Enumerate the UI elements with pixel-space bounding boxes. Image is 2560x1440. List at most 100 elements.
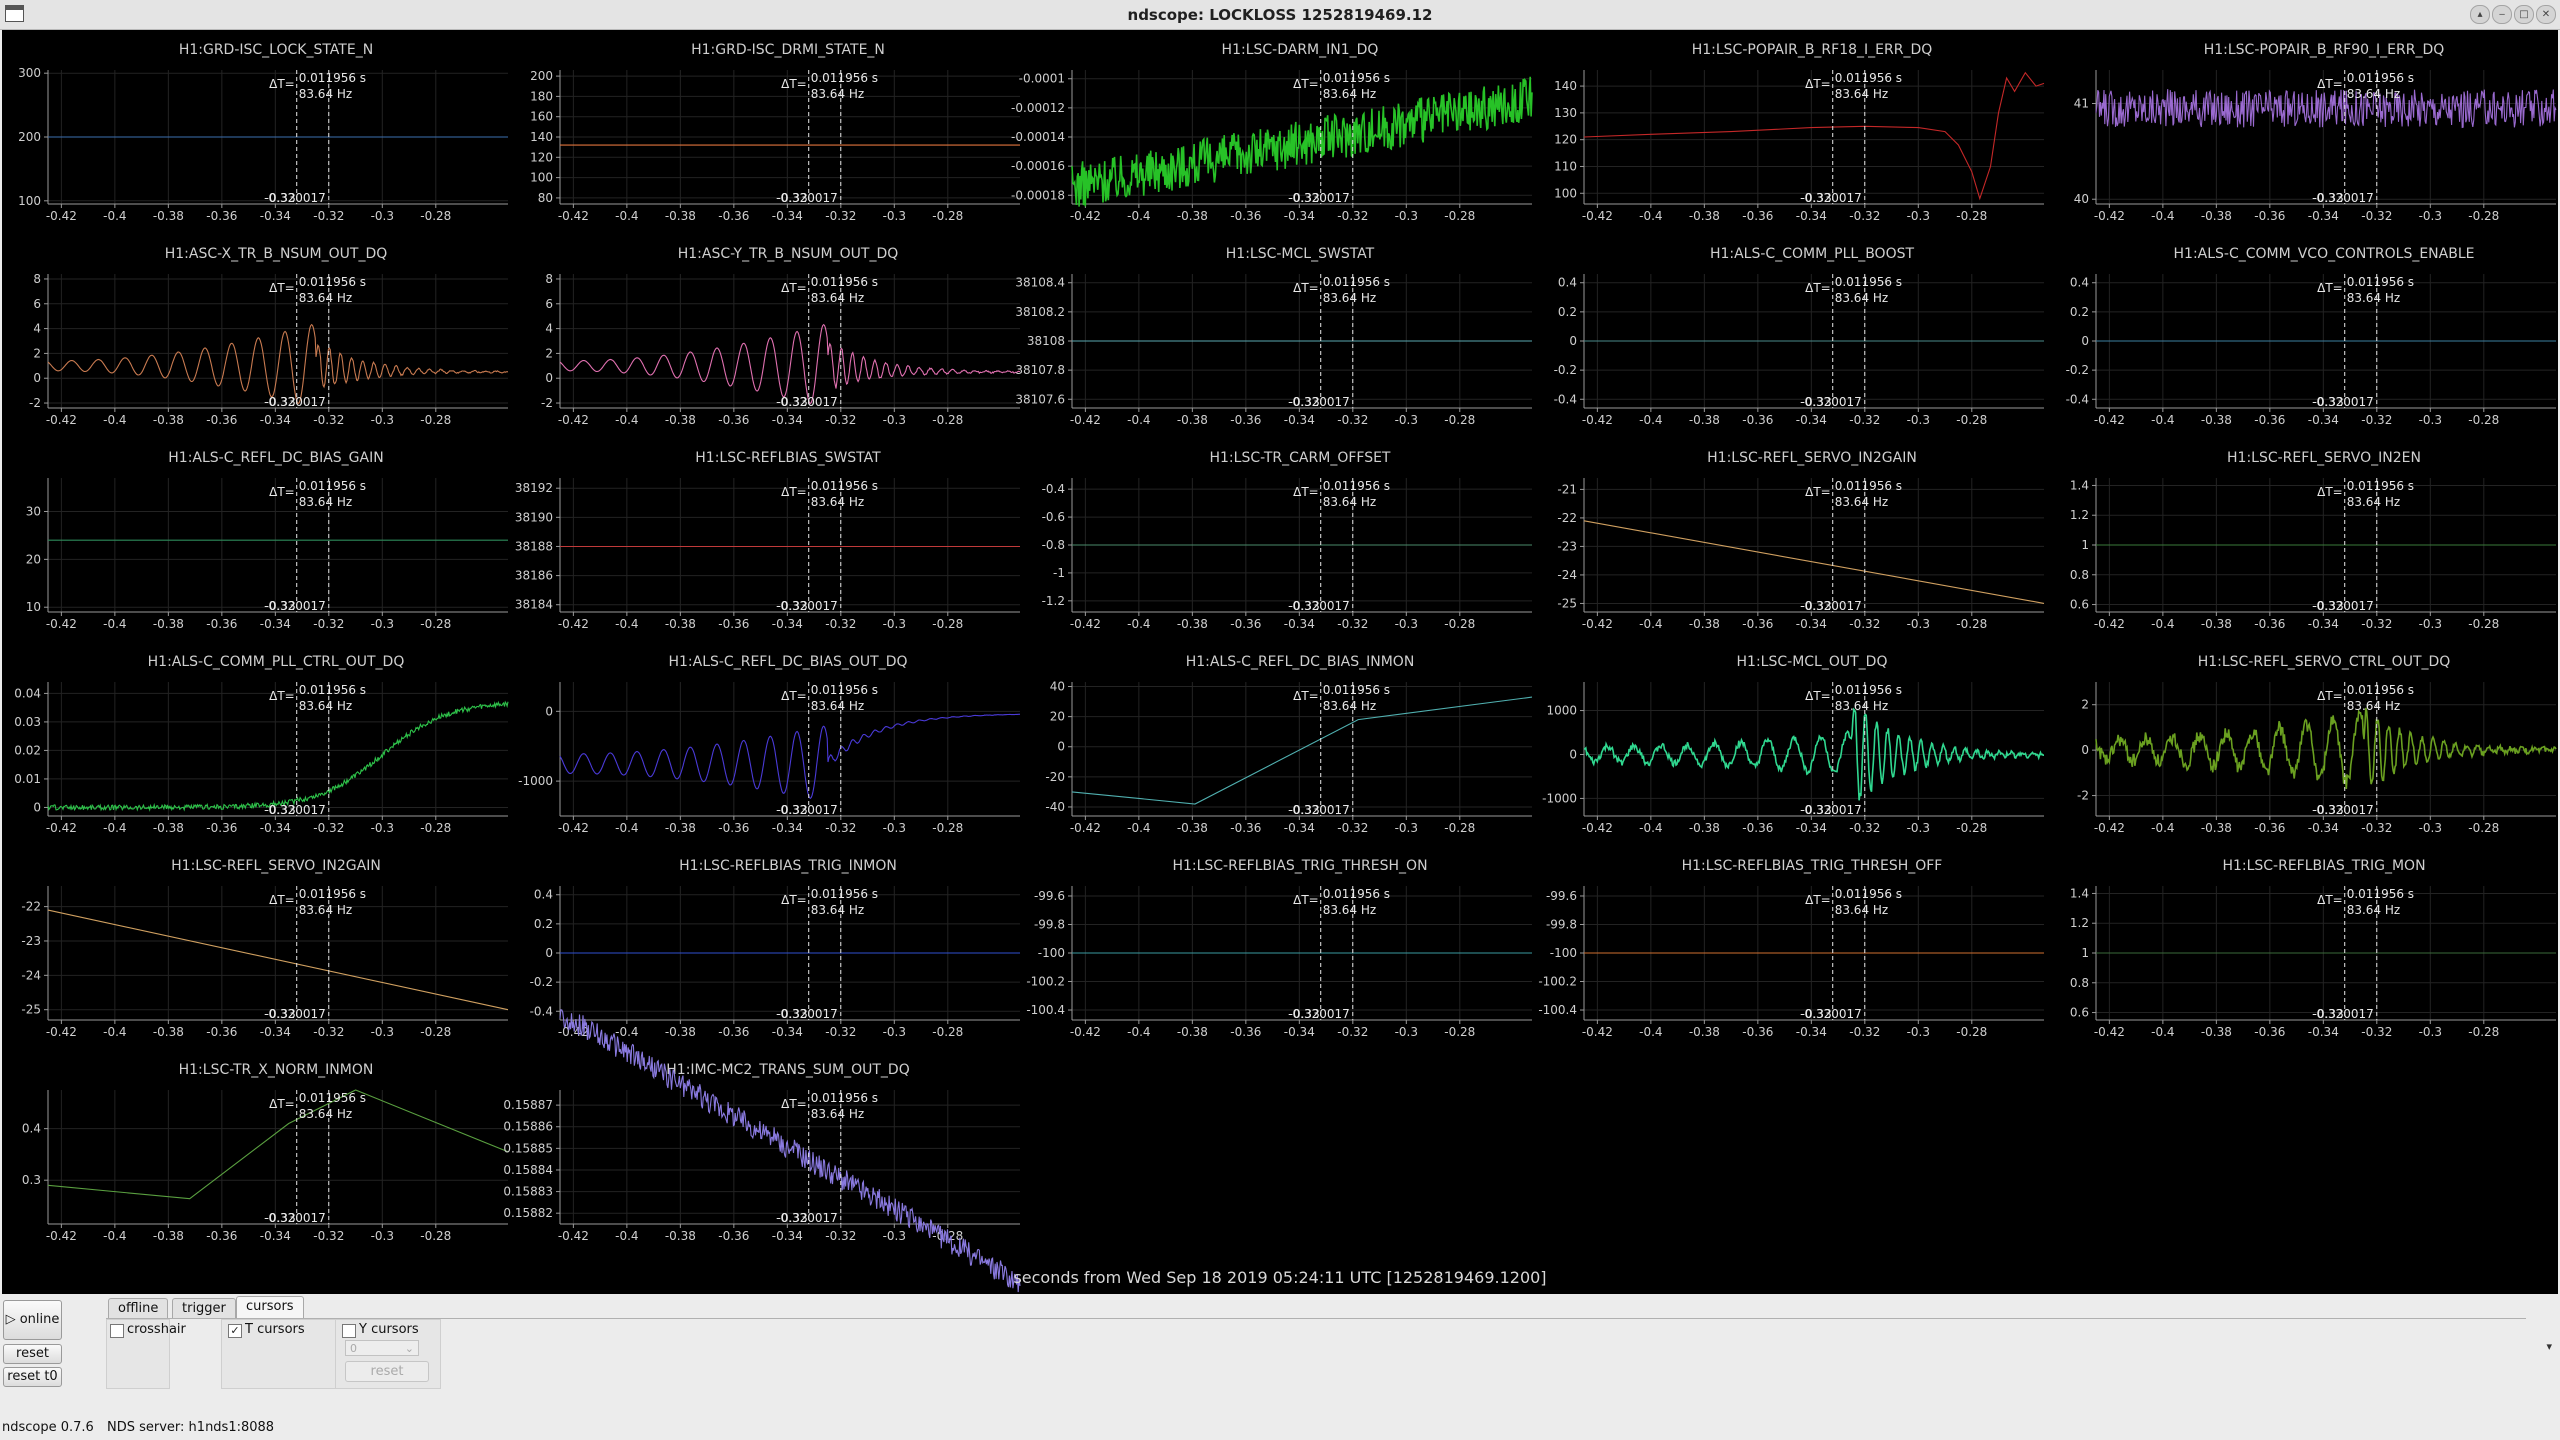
x-tick-label: -0.42 [1582, 209, 1613, 223]
reset-span-button[interactable]: reset span [3, 1344, 62, 1379]
x-tick-label: -0.38 [153, 1229, 184, 1243]
x-tick-label: -0.28 [1956, 821, 1987, 835]
y-cursors-select[interactable]: 0 ⌄ [345, 1340, 419, 1356]
y-tick-label: 41 [2074, 97, 2089, 111]
x-tick-label: -0.36 [718, 1229, 749, 1243]
x-tick-label: -0.34 [2308, 209, 2339, 223]
plot-panel[interactable]: H1:LSC-POPAIR_B_RF18_I_ERR_DQ -0.42 -0.4 -0… [1554, 42, 2045, 223]
y-tick-label: -23 [21, 934, 41, 948]
y-tick-label: -23 [1557, 539, 1577, 553]
x-tick-label: -0.42 [1582, 617, 1613, 631]
y-tick-label: 40 [1050, 680, 1065, 694]
plot-panel[interactable]: H1:LSC-REFLBIAS_TRIG_MON -0.42 -0.4 -0.38 -0… [2070, 858, 2556, 1039]
y-tick-label: 100 [1554, 186, 1577, 200]
x-tick-label: -0.38 [1177, 821, 1208, 835]
y-cursors-checkbox[interactable] [342, 1324, 356, 1338]
x-tick-label: -0.42 [46, 1025, 77, 1039]
plot-panel[interactable]: H1:LSC-REFL_SERVO_IN2EN -0.42 -0.4 -0.38 -0.… [2070, 450, 2556, 631]
cursor-delta-time: 0.011956 s [1323, 71, 1390, 85]
x-tick-label: -0.28 [2468, 821, 2499, 835]
plot-panel[interactable]: H1:GRD-ISC_LOCK_STATE_N -0.42 -0.4 -0.38 -0.… [18, 42, 508, 223]
y-tick-label: 38107.6 [1015, 392, 1065, 406]
y-tick-label: -100.2 [1538, 975, 1577, 989]
plot-title: H1:GRD-ISC_DRMI_STATE_N [691, 42, 885, 58]
cursor-delta-freq: 83.64 Hz [2347, 291, 2401, 305]
window-shade-button[interactable]: ▴ [2470, 5, 2490, 24]
plot-panel[interactable]: H1:LSC-REFL_SERVO_IN2GAIN -0.42 -0.4 -0.38 -… [1557, 450, 2045, 631]
x-tick-label: -0.34 [260, 617, 291, 631]
x-tick-label: -0.42 [2094, 209, 2125, 223]
plot-panel[interactable]: H1:LSC-MCL_SWSTAT -0.42 -0.4 -0.38 -0.36 -0.3… [1015, 246, 1532, 427]
y-tick-label: 0.15886 [503, 1120, 553, 1134]
x-tick-label: -0.28 [932, 821, 963, 835]
plot-panel[interactable]: H1:LSC-REFLBIAS_TRIG_THRESH_ON -0.42 -0.4 -… [1026, 858, 1532, 1039]
y-tick-label: 0.4 [1558, 276, 1577, 290]
crosshair-checkbox[interactable] [110, 1324, 124, 1338]
x-tick-label: -0.34 [1796, 617, 1827, 631]
y-tick-label: 110 [1554, 159, 1577, 173]
plot-panel[interactable]: H1:ALS-C_COMM_VCO_CONTROLS_ENABLE -0.42 -0… [2066, 246, 2556, 427]
plot-panel[interactable]: H1:ASC-X_TR_B_NSUM_OUT_DQ-0.42 -0.4 -0.38-… [29, 246, 509, 427]
cursor-t2-label: -0.320017 [776, 191, 838, 205]
y-tick-label: 0.6 [2070, 598, 2089, 612]
plot-panel[interactable]: H1:LSC-DARM_IN1_DQ -0.42 -0.4 -0.38 -0.36 -0.… [1011, 42, 1533, 223]
t-cursors-label: T cursors [245, 1322, 305, 1337]
plot-panel[interactable]: H1:ALS-C_COMM_PLL_BOOST -0.42 -0.4 -0.38 -0.… [1554, 246, 2044, 427]
x-tick-label: -0.38 [2201, 413, 2232, 427]
cursor-t2-label: -0.320017 [776, 1211, 838, 1225]
plot-panel[interactable]: H1:LSC-REFLBIAS_SWSTAT -0.42 -0.4 -0.38 -0.3… [515, 450, 1020, 631]
chevron-down-icon[interactable]: ▾ [2546, 1340, 2552, 1353]
x-tick-label: -0.36 [718, 1025, 749, 1039]
x-tick-label: -0.34 [260, 1025, 291, 1039]
online-button[interactable]: ▷ online [3, 1300, 62, 1340]
tab-offline[interactable]: offline [108, 1298, 169, 1319]
plot-panel[interactable]: H1:GRD-ISC_DRMI_STATE_N -0.42 -0.4 -0.38 -0.… [530, 42, 1020, 223]
reset-t0-button[interactable]: reset t0 [3, 1367, 62, 1387]
x-tick-label: -0.32 [825, 413, 856, 427]
tab-cursors[interactable]: cursors [236, 1296, 304, 1319]
plot-panel[interactable]: H1:LSC-REFLBIAS_TRIG_THRESH_OFF -0.42 -0.4… [1538, 858, 2044, 1039]
plot-panel[interactable]: H1:ASC-Y_TR_B_NSUM_OUT_DQ-0.42 -0.4 -0.38-… [541, 246, 1021, 427]
x-tick-label: -0.42 [46, 617, 77, 631]
cursor-delta-freq: 83.64 Hz [1835, 699, 1889, 713]
plot-panel[interactable]: H1:ALS-C_COMM_PLL_CTRL_OUT_DQ -0.42 -0.4 -0… [14, 654, 509, 835]
x-tick-label: -0.3 [1907, 413, 1930, 427]
plot-title: H1:GRD-ISC_LOCK_STATE_N [179, 42, 373, 58]
plot-panel[interactable]: H1:ALS-C_REFL_DC_BIAS_GAIN-0.42 -0.4 -0.38… [26, 450, 508, 631]
plot-panel[interactable]: H1:ALS-C_REFL_DC_BIAS_OUT_DQ -0.42 -0.4 -0.… [518, 654, 1021, 835]
plot-panel[interactable]: H1:LSC-TR_CARM_OFFSET -0.42 -0.4 -0.38 -0.36… [1042, 450, 1532, 631]
x-tick-label: -0.34 [260, 821, 291, 835]
plot-panel[interactable]: H1:LSC-REFL_SERVO_IN2GAIN -0.42 -0.4 -0.38 -… [21, 858, 509, 1039]
plot-area[interactable]: H1:GRD-ISC_LOCK_STATE_N -0.42 -0.4 -0.38 -0.… [2, 30, 2558, 1294]
plot-panel[interactable]: H1:LSC-TR_X_NORM_INMON -0.42 -0.4 -0.38 -0.3… [22, 1062, 509, 1243]
x-tick-label: -0.28 [1444, 209, 1475, 223]
plot-panel[interactable]: H1:IMC-MC2_TRANS_SUM_OUT_DQ -0.42 -0.4 -0.3… [503, 1009, 1021, 1293]
plot-panel[interactable]: H1:LSC-REFL_SERVO_CTRL_OUT_DQ -0.42 -0.4 -0… [2077, 654, 2557, 835]
cursor-delta-time: 0.011956 s [1835, 887, 1902, 901]
t-cursors-checkbox[interactable]: ✓ [228, 1324, 242, 1338]
plot-title: H1:ASC-X_TR_B_NSUM_OUT_DQ [165, 246, 388, 262]
y-tick-label: 2 [33, 346, 41, 360]
window-minimize-button[interactable]: ‒ [2492, 5, 2512, 24]
x-tick-label: -0.3 [371, 821, 394, 835]
plot-panel[interactable]: H1:LSC-POPAIR_B_RF90_I_ERR_DQ -0.42 -0.4 -0… [2074, 42, 2557, 223]
window-close-button[interactable]: ✕ [2536, 5, 2556, 24]
cursor-delta-label: ΔT= [269, 77, 295, 91]
cursor-delta-time: 0.011956 s [1323, 887, 1390, 901]
cursor-t2-label: -0.320017 [1288, 1007, 1350, 1021]
tab-trigger[interactable]: trigger [172, 1298, 236, 1319]
y-tick-label: -0.00018 [1011, 188, 1065, 202]
plot-panel[interactable]: H1:LSC-MCL_OUT_DQ -0.42 -0.4 -0.38 -0.36 -0.3… [1542, 654, 2044, 835]
y-cursors-reset-button[interactable]: reset [345, 1361, 429, 1382]
plot-grid[interactable]: H1:GRD-ISC_LOCK_STATE_N-0.42 -0.4 -0.38 -0.… [2, 30, 2558, 1294]
x-tick-label: -0.34 [772, 1229, 803, 1243]
window-maximize-button[interactable]: □ [2514, 5, 2534, 24]
y-tick-label: 0.3 [22, 1173, 41, 1187]
plot-panel[interactable]: H1:ALS-C_REFL_DC_BIAS_INMON -0.42 -0.4 -0.3… [1045, 654, 1533, 835]
y-tick-label: -100.4 [1026, 1003, 1065, 1017]
y-tick-label: 0 [545, 946, 553, 960]
y-tick-label: -1.2 [1042, 594, 1065, 608]
plot-panel[interactable]: H1:LSC-REFLBIAS_TRIG_INMON-0.42 -0.4 -0.38… [530, 858, 1020, 1039]
cursor-delta-label: ΔT= [1805, 281, 1831, 295]
y-tick-label: 10 [26, 600, 41, 614]
